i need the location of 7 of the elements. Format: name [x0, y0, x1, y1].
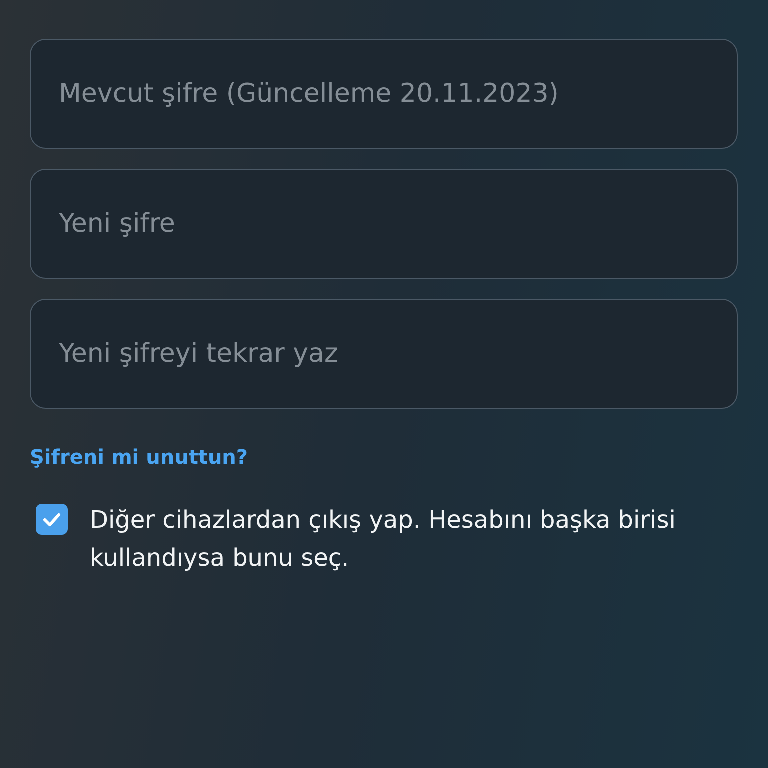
password-field[interactable]: Yeni şifreyi tekrar yaz	[30, 299, 738, 409]
checkbox[interactable]	[36, 504, 68, 535]
checkbox-label: Diğer cihazlardan çıkış yap. Hesabını başka birisi kullandıysa bunu seç.	[90, 505, 677, 574]
forgot-password-link[interactable]: Şifreni mi unuttun?	[30, 445, 248, 469]
checkmark-icon	[42, 512, 62, 528]
password-field[interactable]: Mevcut şifre (Güncelleme 20.11.2023)	[30, 39, 738, 149]
password-field[interactable]: Yeni şifre	[30, 169, 738, 279]
